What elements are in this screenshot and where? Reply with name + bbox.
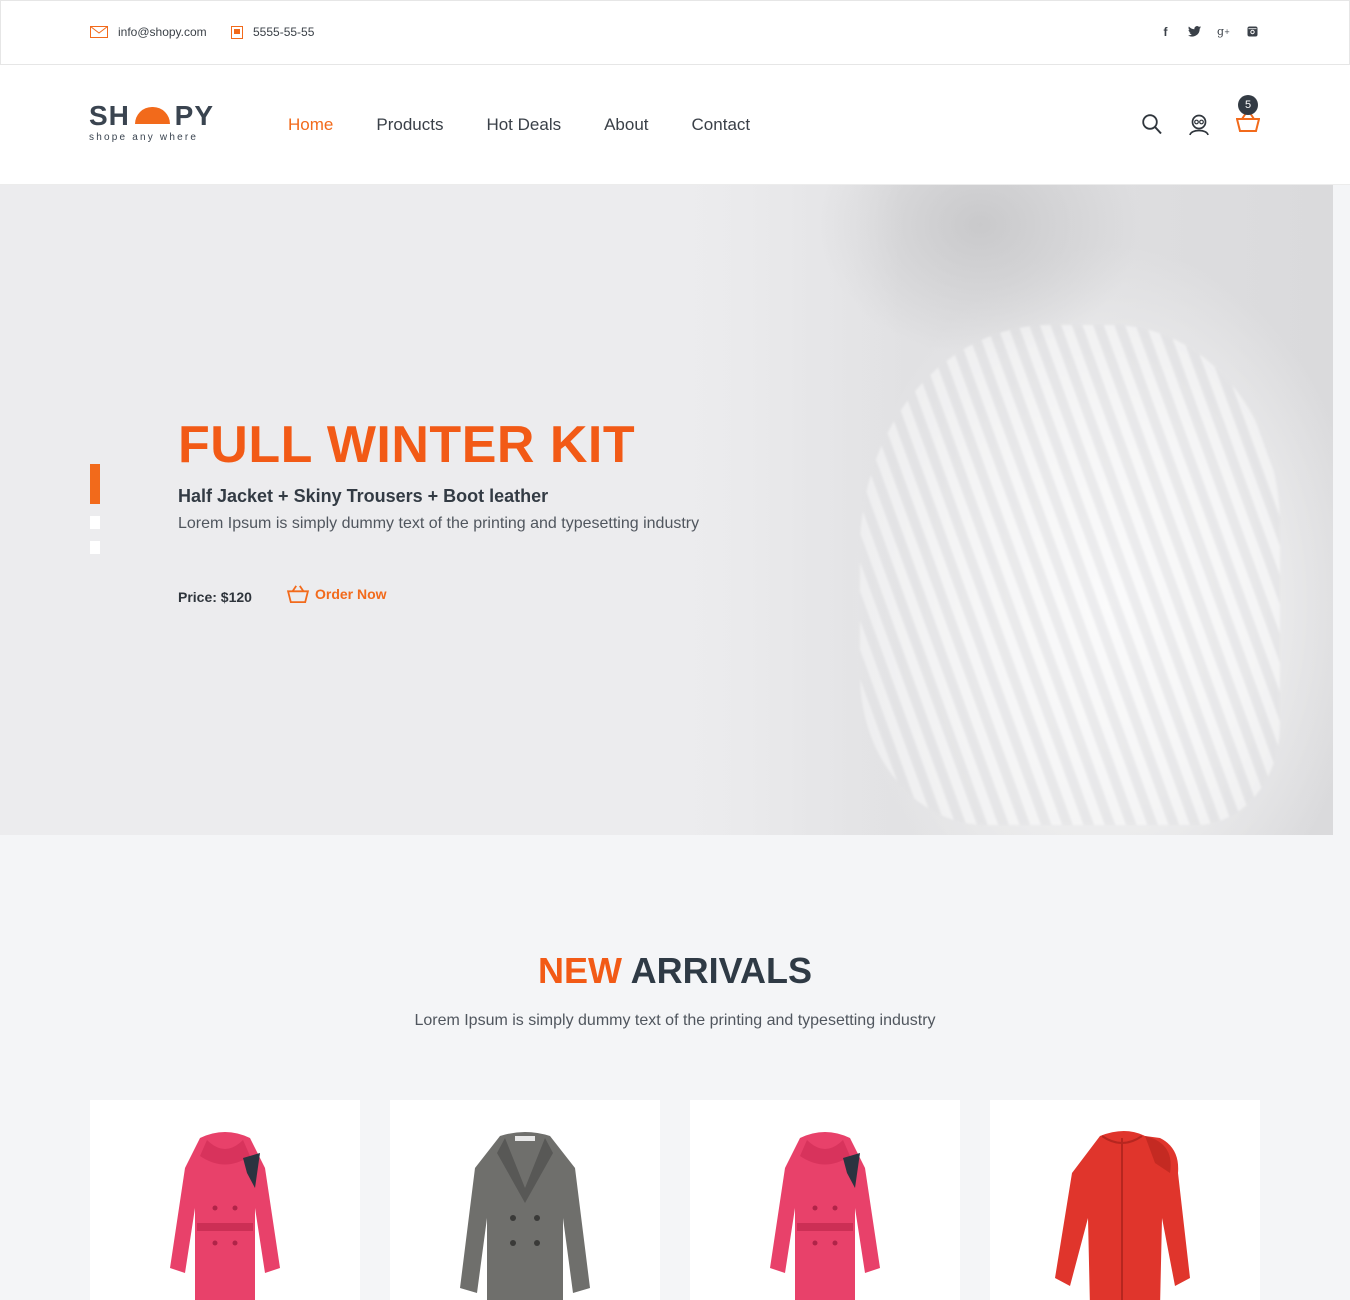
phone-text: 5555-55-55	[253, 25, 315, 39]
logo-text-left: SH	[89, 100, 130, 131]
hero-description: Lorem Ipsum is simply dummy text of the …	[178, 515, 700, 532]
twitter-icon[interactable]	[1188, 25, 1201, 38]
cart-count-badge: 5	[1238, 95, 1258, 115]
hero-banner: FULL WINTER KIT Half Jacket + Skiny Trou…	[0, 185, 1333, 835]
title-accent: NEW	[537, 950, 622, 991]
hero-subtitle: Half Jacket + Skiny Trousers + Boot leat…	[178, 486, 549, 506]
envelope-icon	[90, 26, 108, 38]
cart-button[interactable]: 5	[1235, 95, 1261, 137]
slide-indicator-2[interactable]	[90, 516, 100, 529]
phone-link[interactable]: 5555-55-55	[231, 25, 314, 39]
nav-products[interactable]: Products	[376, 115, 443, 135]
pink-coat-image	[770, 1132, 880, 1300]
header-actions: 5	[1142, 95, 1261, 137]
logo[interactable]: SH PY shope any where	[89, 100, 214, 145]
logo-text-right: PY	[174, 100, 214, 131]
logo-sun-icon	[134, 107, 170, 124]
title-rest: ARRIVALS	[630, 950, 812, 991]
new-arrivals-title: NEW ARRIVALS	[0, 950, 1350, 992]
facebook-icon[interactable]: f	[1159, 25, 1172, 39]
order-now-label: Order Now	[315, 586, 387, 602]
top-bar: info@shopy.com 5555-55-55 f g +	[0, 0, 1350, 65]
basket-icon	[1235, 112, 1261, 132]
slider-indicators	[90, 464, 100, 566]
product-grid	[90, 1100, 1260, 1300]
email-link[interactable]: info@shopy.com	[90, 25, 207, 39]
pink-coat-image	[170, 1132, 280, 1300]
google-plus-icon[interactable]: g +	[1217, 25, 1230, 38]
product-card[interactable]	[390, 1100, 660, 1300]
nav-about[interactable]: About	[604, 115, 648, 135]
logo-wordmark: SH PY	[89, 100, 214, 132]
grey-coat-image	[460, 1132, 590, 1300]
main-header: SH PY shope any where Home Products Hot …	[0, 65, 1350, 185]
order-now-button[interactable]: Order Now	[287, 585, 387, 603]
red-hoodie-image	[1055, 1131, 1190, 1300]
email-text: info@shopy.com	[118, 25, 207, 39]
slide-indicator-1[interactable]	[90, 464, 100, 504]
logo-tagline: shope any where	[89, 132, 199, 143]
instagram-icon[interactable]	[1246, 25, 1259, 38]
phone-icon	[231, 25, 243, 39]
product-card[interactable]	[90, 1100, 360, 1300]
search-icon[interactable]	[1142, 114, 1162, 135]
basket-icon	[287, 585, 309, 603]
nav-hot-deals[interactable]: Hot Deals	[486, 115, 561, 135]
nav-contact[interactable]: Contact	[692, 115, 751, 135]
hero-title: FULL WINTER KIT	[178, 416, 636, 474]
social-links: f g +	[1159, 25, 1259, 39]
user-account-icon[interactable]	[1188, 114, 1210, 136]
main-nav: Home Products Hot Deals About Contact	[288, 115, 750, 135]
product-card[interactable]	[690, 1100, 960, 1300]
hero-price: Price: $120	[178, 589, 252, 605]
new-arrivals-subtitle: Lorem Ipsum is simply dummy text of the …	[414, 1012, 936, 1029]
product-card[interactable]	[990, 1100, 1260, 1300]
nav-home[interactable]: Home	[288, 115, 333, 135]
slide-indicator-3[interactable]	[90, 541, 100, 554]
